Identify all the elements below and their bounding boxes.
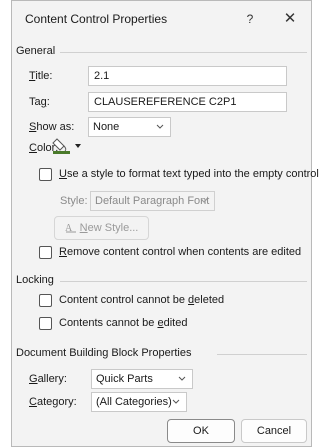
tag-input[interactable]: CLAUSEREFERENCE C2P1 [88,92,287,112]
building-block-heading: Document Building Block Properties [16,347,192,359]
title-label: Title: [29,70,53,82]
general-divider [60,52,307,53]
close-button[interactable]: ✕ [278,9,302,29]
remove-when-edited-checkbox[interactable] [39,246,52,259]
paint-bucket-icon [52,138,81,154]
locking-heading: Locking [16,274,54,286]
tag-label: Tag: [29,96,50,108]
title-bar: Content Control Properties ? ✕ [12,1,311,38]
building-block-divider [217,354,307,355]
category-label: Category: [29,396,77,408]
chevron-down-icon [172,399,180,404]
remove-when-edited-label: Remove content control when contents are… [59,246,302,258]
cannot-delete-checkbox[interactable] [39,294,52,307]
use-style-label: Use a style to format text typed into th… [59,168,319,180]
gallery-select[interactable]: Quick Parts [91,369,193,389]
locking-divider [60,281,307,282]
new-style-icon: A [65,223,76,234]
title-input[interactable]: 2.1 [88,66,287,86]
chevron-down-icon [156,124,164,129]
style-label: Style: [60,195,88,207]
cannot-delete-label: Content control cannot be deleted [59,294,225,306]
category-select[interactable]: (All Categories) [91,392,187,412]
content-control-properties-dialog: Content Control Properties ? ✕ General T… [11,0,319,447]
dialog-title: Content Control Properties [25,12,168,26]
ok-button[interactable]: OK [167,419,235,443]
general-heading: General [16,45,56,57]
new-style-button[interactable]: A New Style... [54,216,149,240]
use-style-checkbox[interactable] [39,168,52,181]
cancel-button[interactable]: Cancel [241,419,307,443]
show-as-select[interactable]: None [88,117,171,137]
show-as-label: Show as: [29,121,75,133]
cannot-edit-checkbox[interactable] [39,317,52,330]
chevron-down-icon [200,198,208,203]
help-button[interactable]: ? [238,9,262,29]
gallery-label: Gallery: [29,373,67,385]
cannot-edit-label: Contents cannot be edited [59,317,188,329]
chevron-down-icon [178,376,186,381]
style-select[interactable]: Default Paragraph Font [90,191,215,211]
color-picker-button[interactable] [51,136,89,156]
